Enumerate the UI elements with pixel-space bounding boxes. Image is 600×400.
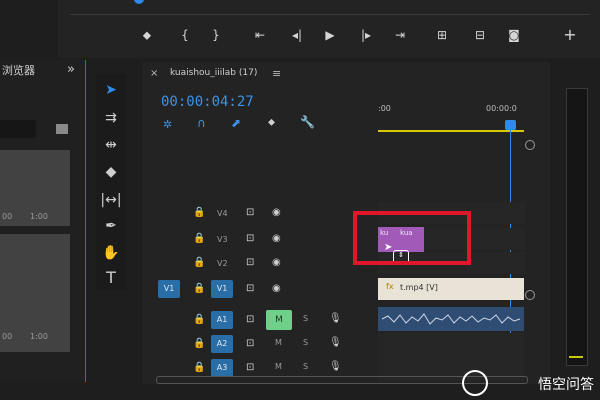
monitor-time-ruler[interactable] [70,0,590,15]
track-label-v2: V2 [217,259,228,268]
clip-label: t.mp4 [V] [400,283,438,292]
work-area-bar[interactable] [378,130,524,132]
export-frame-icon[interactable]: ◙ [503,26,525,44]
lock-icon[interactable]: 🔒 [193,314,205,325]
lock-icon[interactable]: 🔒 [193,207,205,218]
eye-icon[interactable]: ◉ [272,257,281,268]
panel-overflow-icon[interactable]: » [67,62,75,77]
sync-lock-icon[interactable]: ⊡ [246,257,254,268]
eye-icon[interactable]: ◉ [272,233,281,244]
mark-out-icon[interactable]: } [205,26,227,44]
sequence-close-icon[interactable]: × [150,68,158,79]
watermark-text: 悟空问答 [538,377,594,393]
track-target-v1[interactable]: V1 [211,280,233,298]
thumbnail-time: 1:00 [30,332,48,341]
type-tool-icon[interactable]: T [100,268,122,288]
thumbnail-duration: 00 [2,212,13,221]
sequence-tab[interactable]: kuaishou_iiilab (17) [170,68,257,78]
thumbnail-time: 1:00 [30,212,48,221]
mute-button-a1[interactable]: M [266,310,292,330]
track-target-a1[interactable]: A1 [211,311,233,329]
snap-icon[interactable]: ∩ [197,116,206,130]
timecode-display[interactable]: 00:00:04:27 [161,94,254,110]
timeline-settings-icon[interactable]: 🔧 [300,115,315,129]
lock-icon[interactable]: 🔒 [193,233,205,244]
lock-icon[interactable]: 🔒 [193,338,205,349]
lock-icon[interactable]: 🔒 [193,362,205,373]
ruler-start-label: :00 [378,104,391,113]
meter-peak [569,356,583,358]
add-button-icon[interactable]: + [559,26,581,44]
track-select-tool-icon[interactable]: ⇉ [100,108,122,128]
solo-button-a3[interactable]: S [303,362,308,371]
extract-icon[interactable]: ⊟ [469,26,491,44]
ripple-edit-tool-icon[interactable]: ⇹ [100,135,122,155]
pen-tool-icon[interactable]: ✒ [100,216,122,236]
fx-badge: fx [386,282,394,291]
thumbnail-duration: 00 [2,332,13,341]
scroll-handle[interactable] [525,140,535,150]
play-icon[interactable]: ▶ [319,26,341,44]
selection-tool-icon[interactable]: ➤ [100,80,122,100]
track-lane-a2[interactable] [378,333,524,357]
sync-lock-icon[interactable]: ⊡ [246,207,254,218]
new-bin-icon[interactable] [56,124,68,134]
add-marker-icon[interactable]: ⬥ [268,117,275,128]
mute-button-a2[interactable]: M [275,338,282,347]
project-panel-title[interactable]: 浏览器 [2,62,35,78]
audio-waveform [381,313,521,325]
solo-button-a1[interactable]: S [303,314,308,323]
solo-button-a2[interactable]: S [303,338,308,347]
go-to-out-icon[interactable]: ⇥ [389,26,411,44]
track-target-a2[interactable]: A2 [211,335,233,353]
sync-lock-icon[interactable]: ⊡ [246,362,254,373]
playhead[interactable] [505,120,516,130]
lift-icon[interactable]: ⊞ [431,26,453,44]
search-input[interactable] [0,120,36,138]
slip-tool-icon[interactable]: |↔| [100,190,122,210]
lock-icon[interactable]: 🔒 [193,257,205,268]
audio-clip[interactable] [378,307,524,331]
lock-icon[interactable]: 🔒 [193,283,205,294]
ruler-end-label: 00:00:0 [486,104,517,113]
sync-lock-icon[interactable]: ⊡ [246,338,254,349]
eye-icon[interactable]: ◉ [272,207,281,218]
step-back-icon[interactable]: ◂| [286,26,308,44]
sync-lock-icon[interactable]: ⊡ [246,233,254,244]
razor-tool-icon[interactable]: ◆ [100,162,122,182]
track-label-v3: V3 [217,235,228,244]
step-forward-icon[interactable]: |▸ [355,26,377,44]
media-thumbnail[interactable]: 00 1:00 [0,150,70,226]
hand-tool-icon[interactable]: ✋ [100,243,122,263]
source-patch-v1[interactable]: V1 [158,280,180,298]
scroll-handle[interactable] [525,290,535,300]
microphone-icon[interactable]: 🎙 [329,361,342,372]
mark-in-icon[interactable]: { [174,26,196,44]
mute-button-a3[interactable]: M [275,362,282,371]
eye-icon[interactable]: ◉ [272,283,281,294]
monitor-playhead[interactable] [134,0,144,4]
microphone-icon[interactable]: 🎙 [329,313,342,324]
add-marker-icon[interactable]: ⬥ [136,26,158,44]
go-to-in-icon[interactable]: ⇤ [249,26,271,44]
track-label-v4: V4 [217,209,228,218]
highlight-box [353,211,471,265]
nest-icon[interactable]: ✲ [163,118,172,131]
linked-selection-icon[interactable]: ⬈ [231,116,241,130]
microphone-icon[interactable]: 🎙 [329,337,342,348]
watermark-logo [462,370,488,396]
video-clip[interactable]: fx t.mp4 [V] [378,278,524,300]
sync-lock-icon[interactable]: ⊡ [246,314,254,325]
media-thumbnail[interactable]: 00 1:00 [0,234,70,352]
audio-meter [566,88,588,366]
sequence-menu-icon[interactable]: ≡ [272,67,281,80]
sync-lock-icon[interactable]: ⊡ [246,283,254,294]
track-target-a3[interactable]: A3 [211,359,233,377]
